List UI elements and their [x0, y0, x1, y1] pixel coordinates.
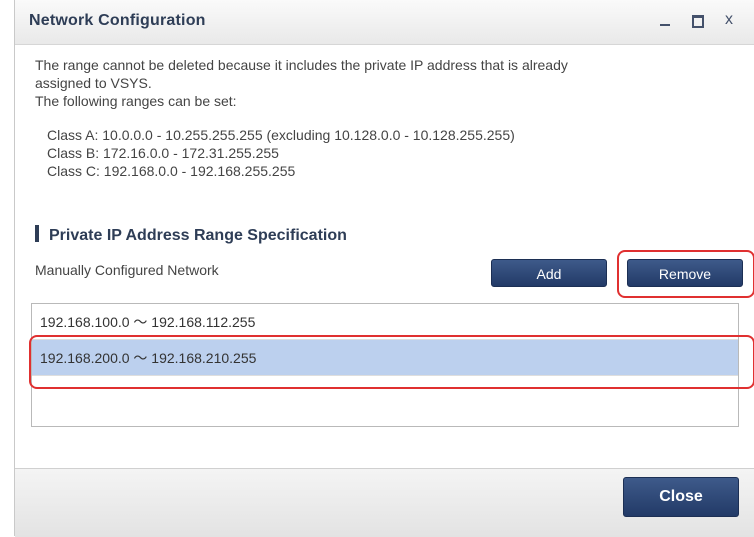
allowed-ranges: Class A: 10.0.0.0 - 10.255.255.255 (excl…	[47, 126, 515, 180]
section-bar-icon	[35, 225, 39, 242]
dialog-title: Network Configuration	[29, 12, 206, 29]
range-class-c: Class C: 192.168.0.0 - 192.168.255.255	[47, 163, 296, 179]
manual-network-label: Manually Configured Network	[35, 262, 219, 278]
message-line-3: The following ranges can be set:	[35, 93, 237, 109]
minimize-icon[interactable]	[655, 10, 675, 30]
message-line-2: assigned to VSYS.	[35, 75, 152, 91]
background-strip	[0, 0, 14, 536]
maximize-icon[interactable]	[687, 10, 707, 30]
add-button[interactable]: Add	[491, 259, 607, 287]
range-class-a: Class A: 10.0.0.0 - 10.255.255.255 (excl…	[47, 127, 515, 143]
range-class-b: Class B: 172.16.0.0 - 172.31.255.255	[47, 145, 279, 161]
section-title: Private IP Address Range Specification	[49, 227, 347, 244]
message-line-1: The range cannot be deleted because it i…	[35, 57, 568, 73]
section-heading: Private IP Address Range Specification	[35, 225, 347, 245]
selected-row-highlight	[29, 335, 754, 389]
title-bar: Network Configuration x	[15, 0, 754, 45]
remove-button-highlight	[617, 250, 754, 298]
error-message: The range cannot be deleted because it i…	[35, 56, 735, 110]
close-button[interactable]: Close	[623, 477, 739, 517]
network-configuration-dialog: Network Configuration x The range cannot…	[14, 0, 754, 537]
close-icon[interactable]: x	[719, 10, 739, 30]
